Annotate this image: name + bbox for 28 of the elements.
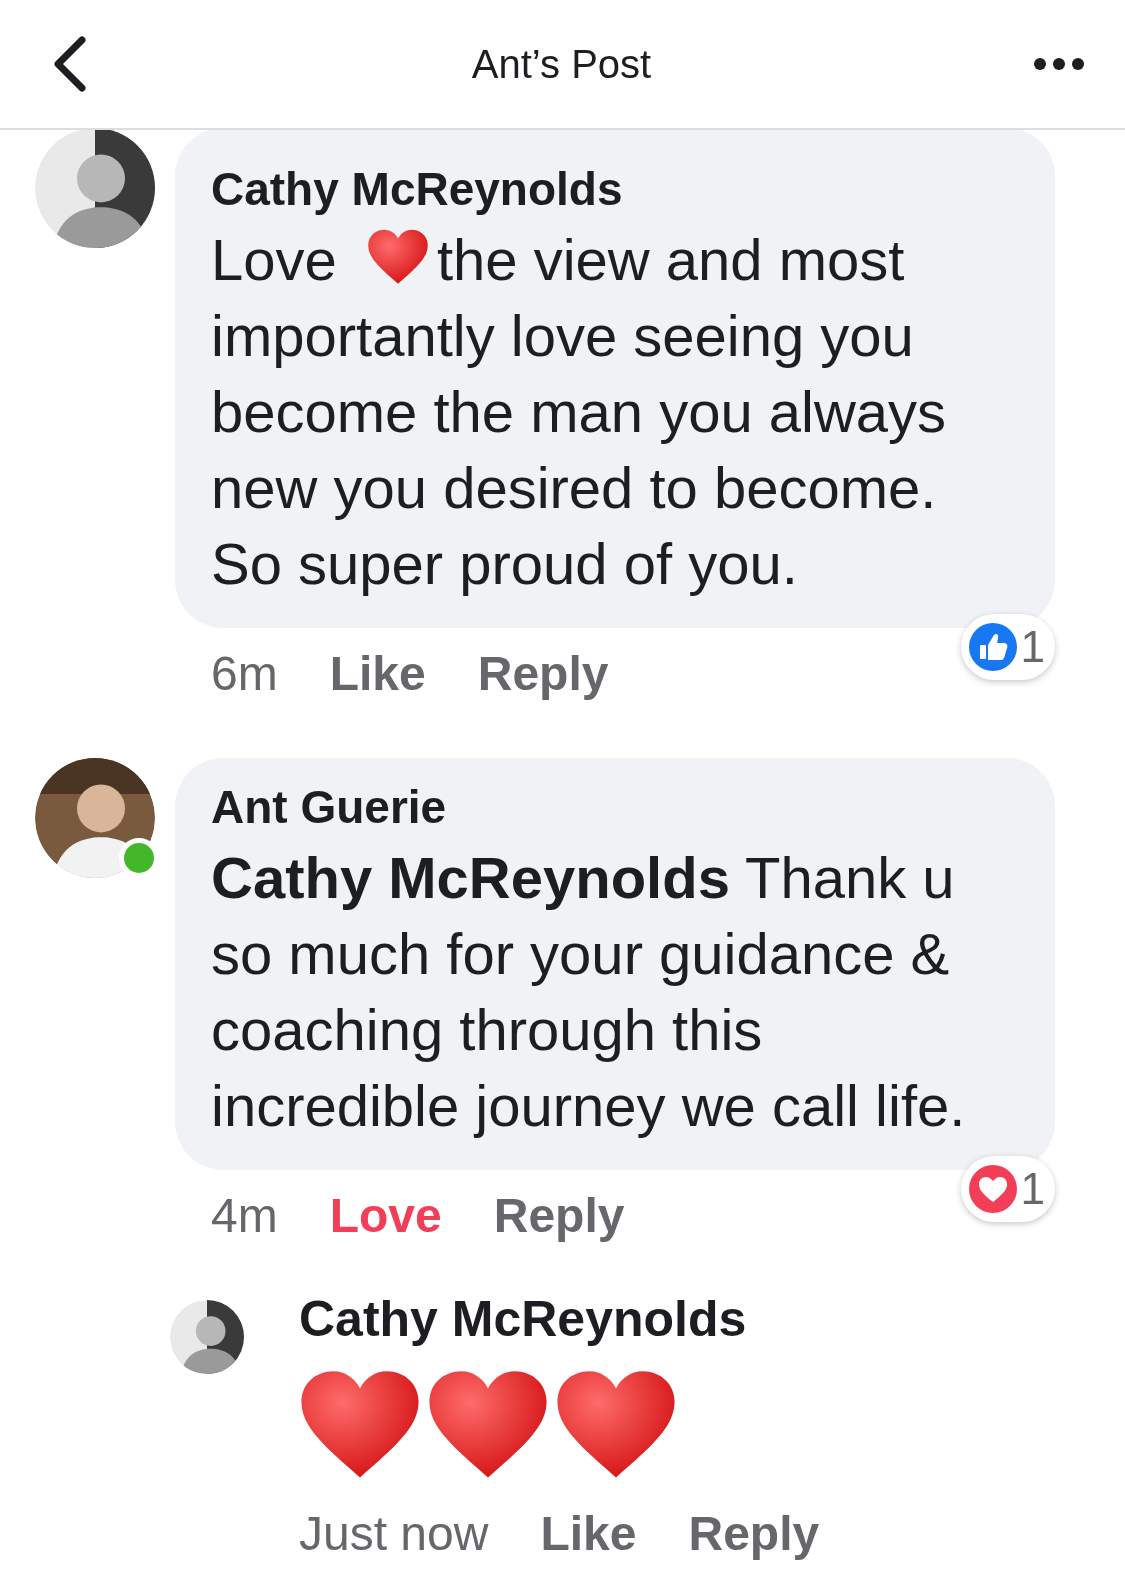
page-title: Ant’s Post bbox=[471, 41, 652, 87]
reply-link[interactable]: Reply bbox=[688, 1505, 820, 1561]
timestamp: Just now bbox=[299, 1505, 489, 1561]
reaction-count: 1 bbox=[1020, 1164, 1045, 1214]
avatar[interactable] bbox=[170, 1300, 244, 1374]
avatar[interactable] bbox=[35, 128, 155, 248]
reply-link[interactable]: Reply bbox=[493, 1187, 625, 1243]
more-icon[interactable] bbox=[1033, 57, 1085, 71]
author-name[interactable]: Cathy McReynolds bbox=[299, 1290, 820, 1348]
comment-text: Cathy McReynolds Thank u so much for your guidance & coaching through this incredible journey we call life. bbox=[211, 844, 967, 1140]
thumbs-up-icon bbox=[968, 623, 1017, 671]
author-name[interactable]: Ant Guerie bbox=[211, 780, 1011, 834]
reaction-link[interactable]: Like bbox=[329, 645, 426, 701]
timestamp: 6m bbox=[211, 645, 278, 701]
avatar[interactable] bbox=[35, 758, 155, 878]
heart-icon bbox=[427, 1370, 549, 1480]
comment-text: Love the view and most importantly love seeing you become the man you always new you desired to become. So super proud of you. bbox=[211, 226, 948, 598]
reaction-badge[interactable]: 1 bbox=[960, 1156, 1055, 1222]
reply-link[interactable]: Reply bbox=[477, 645, 609, 701]
reaction-count: 1 bbox=[1020, 622, 1045, 672]
author-name[interactable]: Cathy McReynolds bbox=[211, 162, 1019, 216]
heart-icon bbox=[299, 1370, 421, 1480]
heart-icon bbox=[366, 228, 429, 286]
heart-icon bbox=[555, 1370, 677, 1480]
reaction-link[interactable]: Love bbox=[329, 1187, 442, 1243]
timestamp: 4m bbox=[211, 1187, 278, 1243]
reaction-badge[interactable]: 1 bbox=[960, 614, 1055, 680]
reaction-link[interactable]: Like bbox=[540, 1505, 637, 1561]
